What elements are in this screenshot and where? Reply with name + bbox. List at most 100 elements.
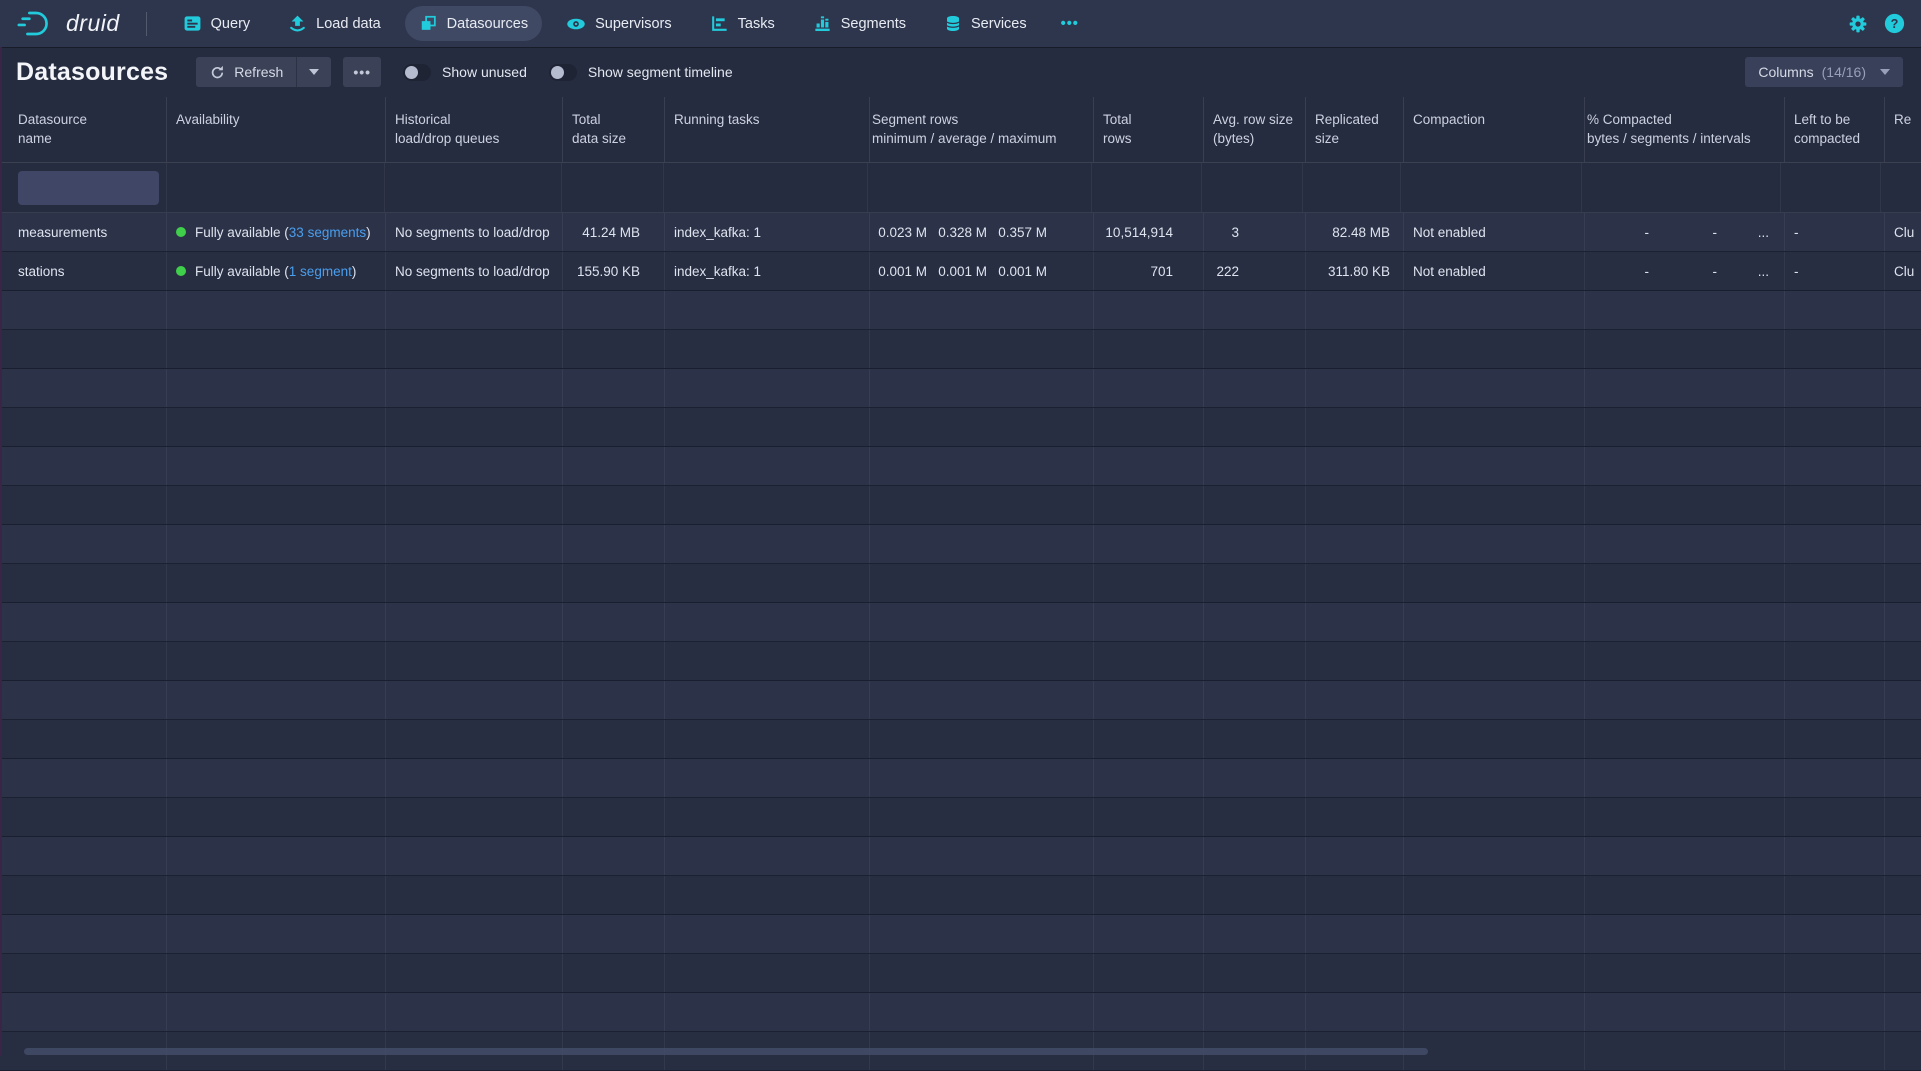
segments-link[interactable]: 33 segments: [289, 225, 366, 240]
col-header-total-data-size[interactable]: Totaldata size: [563, 97, 665, 162]
empty-cell: [1306, 603, 1404, 641]
toggle-knob: [551, 66, 564, 79]
empty-cell: [870, 525, 1094, 563]
col-header-segment-rows[interactable]: Segment rowsminimum / average / maximum: [870, 97, 1094, 162]
col-header-compaction[interactable]: Compaction: [1404, 97, 1585, 162]
col-header-availability[interactable]: Availability: [167, 97, 386, 162]
chevron-down-icon: [1880, 69, 1890, 75]
empty-cell: [1885, 993, 1921, 1031]
empty-cell: [0, 603, 167, 641]
nav-item-services[interactable]: Services: [930, 6, 1041, 41]
nav-item-segments[interactable]: Segments: [799, 6, 920, 41]
columns-label: Columns: [1758, 64, 1813, 80]
empty-cell: [1094, 603, 1204, 641]
show-segment-timeline-toggle[interactable]: Show segment timeline: [549, 64, 733, 81]
col-header-historical-queues[interactable]: Historicalload/drop queues: [386, 97, 563, 162]
druid-logo[interactable]: druid: [16, 9, 120, 39]
empty-cell: [1585, 525, 1785, 563]
columns-count: (14/16): [1822, 64, 1866, 80]
col-header-avg-row-size[interactable]: Avg. row size(bytes): [1204, 97, 1306, 162]
table-row-empty: [0, 876, 1921, 915]
refresh-icon: [209, 64, 226, 81]
col-header-replicated-size[interactable]: Replicatedsize: [1306, 97, 1404, 162]
empty-cell: [1885, 642, 1921, 680]
avg-row-size-cell: 222: [1204, 252, 1306, 290]
druid-logo-icon: [16, 9, 58, 39]
empty-cell: [1306, 837, 1404, 875]
nav-item-tasks[interactable]: Tasks: [696, 6, 789, 41]
empty-cell: [0, 954, 167, 992]
empty-cell: [563, 408, 665, 446]
empty-cell: [1885, 603, 1921, 641]
empty-cell: [665, 798, 870, 836]
empty-cell: [1204, 525, 1306, 563]
empty-cell: [1785, 330, 1885, 368]
table-row-empty: [0, 759, 1921, 798]
col-header-datasource-name[interactable]: Datasourcename: [0, 97, 167, 162]
empty-cell: [1585, 603, 1785, 641]
empty-cell: [167, 447, 386, 485]
filter-cell: [1303, 163, 1401, 212]
empty-cell: [1404, 330, 1585, 368]
empty-cell: [1094, 369, 1204, 407]
datasource-filter-input[interactable]: [18, 171, 159, 205]
settings-gear-icon[interactable]: [1848, 14, 1868, 34]
services-database-icon: [944, 14, 962, 33]
horizontal-scrollbar[interactable]: [24, 1048, 1428, 1055]
table-row-empty: [0, 369, 1921, 408]
help-icon[interactable]: ?: [1884, 13, 1905, 34]
show-unused-toggle[interactable]: Show unused: [403, 64, 527, 81]
empty-cell: [0, 369, 167, 407]
table-filter-row: [0, 163, 1921, 213]
empty-cell: [167, 525, 386, 563]
col-header-running-tasks[interactable]: Running tasks: [665, 97, 870, 162]
empty-cell: [563, 603, 665, 641]
refresh-button[interactable]: Refresh: [196, 57, 296, 87]
empty-cell: [870, 876, 1094, 914]
empty-cell: [563, 837, 665, 875]
columns-button[interactable]: Columns (14/16): [1745, 57, 1903, 87]
empty-cell: [167, 798, 386, 836]
refresh-dropdown-button[interactable]: [296, 57, 331, 87]
col-header-left-to-be-compacted[interactable]: Left to becompacted: [1785, 97, 1885, 162]
empty-cell: [665, 993, 870, 1031]
page-title: Datasources: [16, 58, 168, 87]
empty-cell: [0, 291, 167, 329]
empty-cell: [1585, 993, 1785, 1031]
nav-item-datasources[interactable]: Datasources: [405, 6, 542, 41]
empty-cell: [1404, 993, 1585, 1031]
refresh-split-button: Refresh: [196, 57, 331, 87]
filter-cell: [1582, 163, 1782, 212]
nav-item-supervisors[interactable]: Supervisors: [552, 6, 686, 42]
empty-cell: [1404, 486, 1585, 524]
empty-cell: [1785, 759, 1885, 797]
empty-cell: [563, 993, 665, 1031]
empty-cell: [0, 408, 167, 446]
empty-cell: [563, 798, 665, 836]
nav-more-button[interactable]: •••: [1051, 8, 1089, 40]
empty-cell: [1094, 486, 1204, 524]
col-header-retention[interactable]: Re: [1885, 97, 1921, 162]
empty-cell: [1585, 759, 1785, 797]
empty-cell: [0, 486, 167, 524]
table-row-empty: [0, 525, 1921, 564]
empty-cell: [665, 291, 870, 329]
availability-cell: Fully available (33 segments): [167, 213, 386, 251]
compaction-cell: Not enabled: [1404, 213, 1585, 251]
col-header-pct-compacted[interactable]: % Compactedbytes / segments / intervals: [1585, 97, 1785, 162]
empty-cell: [665, 486, 870, 524]
table-row-empty: [0, 993, 1921, 1032]
nav-item-query[interactable]: Query: [169, 6, 265, 41]
table-row-empty: [0, 642, 1921, 681]
empty-cell: [1785, 915, 1885, 953]
col-header-total-rows[interactable]: Totalrows: [1094, 97, 1204, 162]
empty-cell: [665, 642, 870, 680]
nav-items: Query Load data Datasources Supervisors …: [169, 6, 1089, 42]
segments-link[interactable]: 1 segment: [289, 264, 352, 279]
header-more-button[interactable]: •••: [343, 57, 381, 87]
empty-cell: [1885, 759, 1921, 797]
empty-cell: [1885, 1032, 1921, 1070]
empty-cell: [167, 915, 386, 953]
nav-item-load-data[interactable]: Load data: [274, 6, 395, 41]
empty-cell: [1785, 837, 1885, 875]
